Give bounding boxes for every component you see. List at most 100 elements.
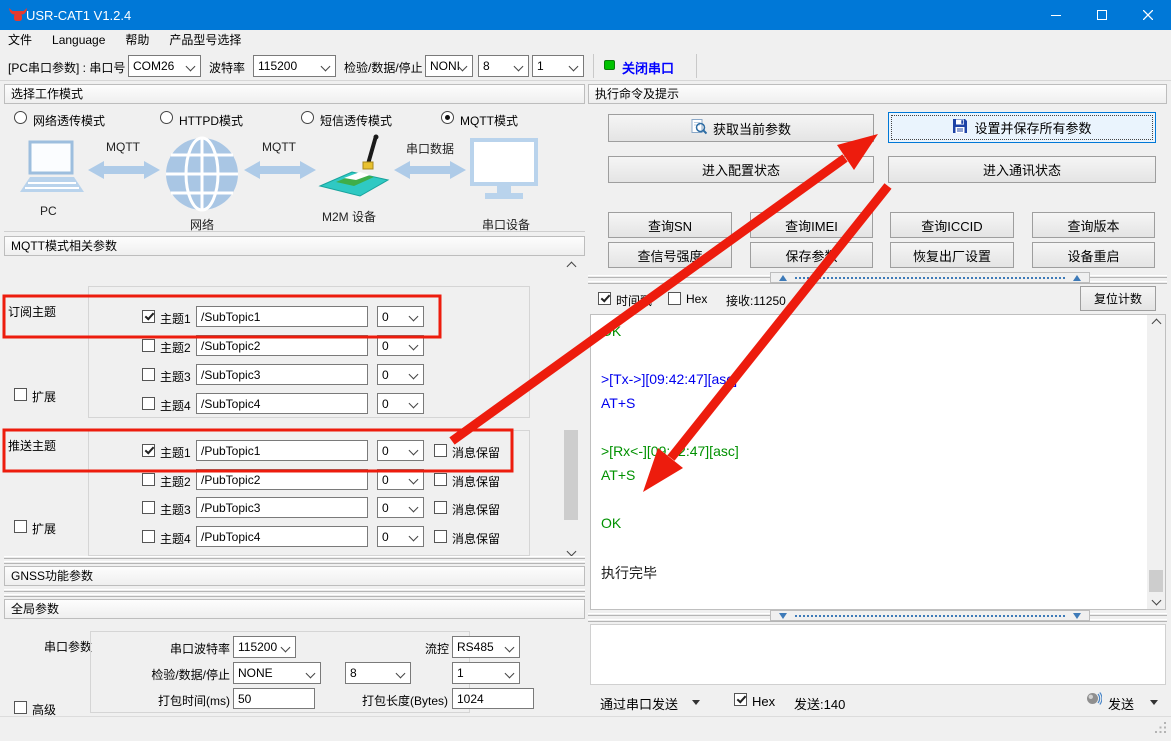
query-version-button[interactable]: 查询版本 <box>1032 212 1155 238</box>
splitter-bar[interactable] <box>4 561 585 564</box>
publish-expand-checkbox[interactable] <box>14 520 27 533</box>
packtime-input[interactable] <box>233 688 315 709</box>
pub-topic1-qos-select[interactable]: 0 <box>377 440 424 461</box>
pub-topic2-checkbox[interactable] <box>142 473 155 486</box>
sub-topic1-input[interactable] <box>196 306 368 327</box>
log-line <box>601 419 1145 443</box>
pub-topic3-retain-checkbox[interactable] <box>434 501 447 514</box>
global-stopbits-select[interactable]: 1 <box>452 662 520 684</box>
pub-topic2-retain-checkbox[interactable] <box>434 473 447 486</box>
scroll-up-icon[interactable] <box>562 258 580 275</box>
query-signal-button[interactable]: 查信号强度 <box>608 242 732 268</box>
splitter-collapse-handle[interactable] <box>770 610 1090 621</box>
reset-count-button[interactable]: 复位计数 <box>1080 286 1156 311</box>
log-scrollbar-thumb[interactable] <box>1149 570 1163 594</box>
pub-topic4-checkbox[interactable] <box>142 530 155 543</box>
databits-select[interactable]: 8 <box>478 55 529 77</box>
mqtt-scrollbar[interactable] <box>562 258 580 560</box>
reboot-button[interactable]: 设备重启 <box>1032 242 1155 268</box>
sub-topic2-checkbox[interactable] <box>142 339 155 352</box>
menu-help[interactable]: 帮助 <box>115 30 159 51</box>
sub-topic4-checkbox[interactable] <box>142 397 155 410</box>
send-via-serial-dropdown[interactable]: 通过串口发送 <box>600 694 678 713</box>
splitter-bar[interactable] <box>4 556 585 559</box>
advanced-checkbox[interactable] <box>14 701 27 714</box>
radio-sms-passthrough[interactable] <box>301 111 314 124</box>
pub-topic2-qos-select[interactable]: 0 <box>377 469 424 490</box>
subscribe-expand-checkbox[interactable] <box>14 388 27 401</box>
com-port-select[interactable]: COM26 <box>128 55 201 77</box>
splitter-bar[interactable] <box>4 594 585 597</box>
radio-net-passthrough[interactable] <box>14 111 27 124</box>
packlen-label: 打包长度(Bytes) <box>340 692 448 709</box>
menu-product-model[interactable]: 产品型号选择 <box>159 30 251 51</box>
global-parity-select[interactable]: NONE <box>233 662 321 684</box>
pub-topic3-retain-label: 消息保留 <box>452 501 500 518</box>
pub-topic4-input[interactable] <box>196 526 368 547</box>
sub-topic2-qos-select[interactable]: 0 <box>377 335 424 356</box>
send-button[interactable]: 发送 <box>1108 694 1134 713</box>
pub-topic2-input[interactable] <box>196 469 368 490</box>
baud-select[interactable]: 115200 <box>253 55 336 77</box>
save-floppy-icon <box>952 118 968 137</box>
send-input-area[interactable] <box>590 624 1166 685</box>
parity-select[interactable]: NONI <box>425 55 473 77</box>
close-port-button[interactable]: 关闭串口 <box>622 58 674 77</box>
menu-language[interactable]: Language <box>42 30 115 51</box>
radio-httpd[interactable] <box>160 111 173 124</box>
pub-topic3-qos-select[interactable]: 0 <box>377 497 424 518</box>
chevron-down-icon[interactable] <box>1150 700 1158 705</box>
mqtt-scrollbar-thumb[interactable] <box>564 430 578 520</box>
splitter-bar[interactable] <box>4 589 585 592</box>
timestamp-checkbox[interactable] <box>598 292 611 305</box>
enter-comm-button[interactable]: 进入通讯状态 <box>888 156 1156 183</box>
sub-topic1-qos-select[interactable]: 0 <box>377 306 424 327</box>
pub-topic4-qos-select[interactable]: 0 <box>377 526 424 547</box>
tx-hex-checkbox[interactable] <box>734 693 747 706</box>
pub-topic1-input[interactable] <box>196 440 368 461</box>
sub-topic4-input[interactable] <box>196 393 368 414</box>
sub-topic1-label: 主题1 <box>160 310 191 327</box>
scroll-up-icon[interactable] <box>1147 315 1165 332</box>
pub-topic3-checkbox[interactable] <box>142 501 155 514</box>
save-params-button[interactable]: 保存参数 <box>750 242 873 268</box>
sub-topic1-checkbox[interactable] <box>142 310 155 323</box>
radio-mqtt-mode-label: MQTT模式 <box>460 112 518 129</box>
flow-control-select[interactable]: RS485 <box>452 636 520 658</box>
query-sn-button[interactable]: 查询SN <box>608 212 732 238</box>
sub-topic2-input[interactable] <box>196 335 368 356</box>
close-button[interactable] <box>1125 0 1171 30</box>
get-params-button[interactable]: 获取当前参数 <box>608 114 874 142</box>
sub-topic4-qos-select[interactable]: 0 <box>377 393 424 414</box>
log-scrollbar[interactable] <box>1147 315 1165 609</box>
maximize-button[interactable] <box>1079 0 1125 30</box>
sub-topic3-checkbox[interactable] <box>142 368 155 381</box>
enter-config-button[interactable]: 进入配置状态 <box>608 156 874 183</box>
resize-grip-icon[interactable] <box>1155 722 1167 737</box>
pub-topic1-checkbox[interactable] <box>142 444 155 457</box>
sub-topic3-qos-select[interactable]: 0 <box>377 364 424 385</box>
set-save-params-button[interactable]: 设置并保存所有参数 <box>888 112 1156 143</box>
log-output[interactable]: OK >[Tx->][09:42:47][asc] AT+S >[Rx<-][0… <box>590 314 1166 610</box>
menu-file[interactable]: 文件 <box>0 30 42 51</box>
pub-topic1-retain-checkbox[interactable] <box>434 444 447 457</box>
query-imei-button[interactable]: 查询IMEI <box>750 212 873 238</box>
pub-topic4-retain-checkbox[interactable] <box>434 530 447 543</box>
global-baud-select[interactable]: 115200 <box>233 636 296 658</box>
global-databits-select[interactable]: 8 <box>345 662 411 684</box>
pub-topic3-input[interactable] <box>196 497 368 518</box>
stopbits-select[interactable]: 1 <box>532 55 584 77</box>
log-line <box>601 539 1145 563</box>
factory-reset-button[interactable]: 恢复出厂设置 <box>890 242 1014 268</box>
sub-topic3-input[interactable] <box>196 364 368 385</box>
minimize-button[interactable] <box>1033 0 1079 30</box>
scroll-down-icon[interactable] <box>1147 592 1165 609</box>
chevron-down-icon[interactable] <box>692 700 700 705</box>
pc-icon <box>18 140 86 205</box>
splitter-collapse-handle[interactable] <box>770 272 1090 283</box>
packlen-input[interactable] <box>452 688 534 709</box>
double-arrow-icon <box>88 160 160 183</box>
query-iccid-button[interactable]: 查询ICCID <box>890 212 1014 238</box>
rx-hex-checkbox[interactable] <box>668 292 681 305</box>
radio-mqtt-mode[interactable] <box>441 111 454 124</box>
